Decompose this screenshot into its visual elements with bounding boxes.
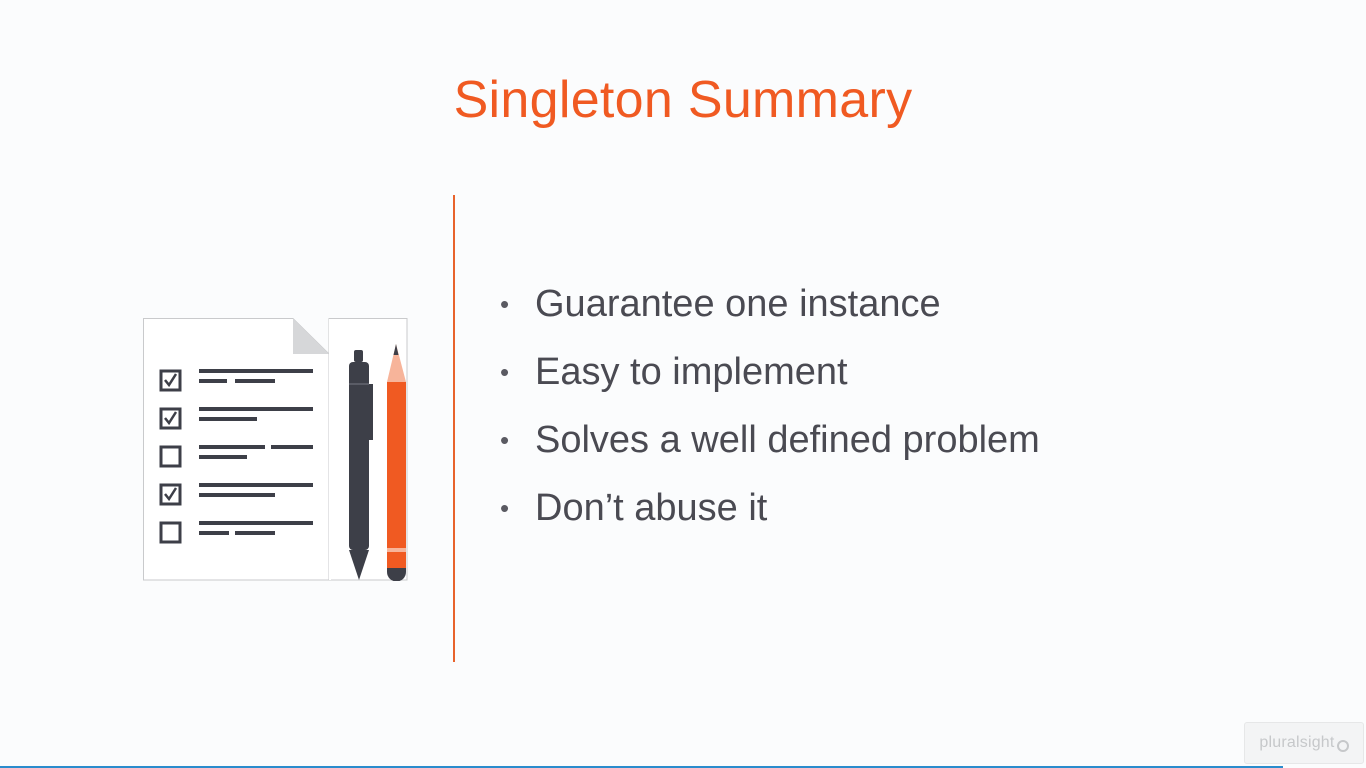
bullet-text: Guarantee one instance: [535, 282, 941, 325]
pencil-icon: [387, 344, 406, 582]
bullet-item: • Guarantee one instance: [500, 270, 1040, 338]
bullet-item: • Solves a well defined problem: [500, 406, 1040, 474]
bullet-dot: •: [500, 356, 510, 387]
checklist-icon: [143, 318, 408, 582]
bullet-text: Easy to implement: [535, 350, 848, 393]
bullet-dot: •: [500, 288, 510, 319]
bullet-item: • Don’t abuse it: [500, 474, 1040, 542]
slide-title: Singleton Summary: [453, 71, 913, 129]
bullet-text: Solves a well defined problem: [535, 418, 1040, 461]
bullet-list: • Guarantee one instance • Easy to imple…: [500, 270, 1040, 542]
pluralsight-watermark: pluralsight: [1244, 722, 1364, 764]
vertical-divider: [453, 195, 455, 662]
bullet-dot: •: [500, 492, 510, 523]
slide: Singleton Summary • Guarantee one instan…: [0, 0, 1366, 768]
checklist-illustration: [143, 318, 408, 586]
pluralsight-logo-text: pluralsight: [1259, 734, 1335, 751]
bullet-item: • Easy to implement: [500, 338, 1040, 406]
bullet-text: Don’t abuse it: [535, 486, 768, 529]
bullet-dot: •: [500, 424, 510, 455]
pluralsight-logo-icon: [1336, 740, 1349, 752]
